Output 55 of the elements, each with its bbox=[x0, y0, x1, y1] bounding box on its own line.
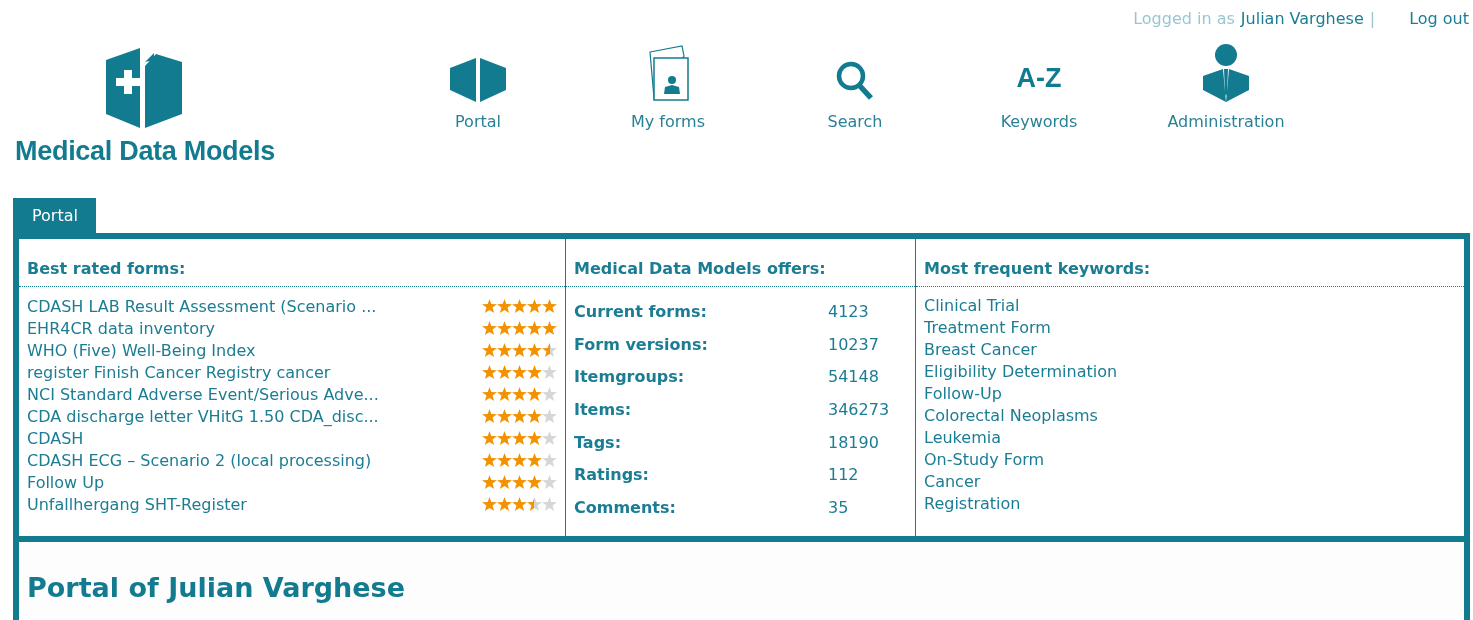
stat-value: 18190 bbox=[828, 432, 879, 452]
nav-item[interactable]: Administration bbox=[1131, 38, 1321, 131]
shield-icon bbox=[450, 58, 506, 102]
form-link[interactable]: Follow Up bbox=[27, 472, 105, 492]
logo-icon bbox=[106, 48, 182, 128]
form-link[interactable]: NCI Standard Adverse Event/Serious Adve... bbox=[27, 384, 379, 404]
stat-label: Current forms: bbox=[574, 301, 708, 321]
form-link[interactable]: CDASH bbox=[27, 428, 84, 448]
logout-link[interactable]: Log out bbox=[1409, 9, 1469, 28]
form-link[interactable]: register Finish Cancer Registry cancer bbox=[27, 362, 331, 382]
stat-value: 10237 bbox=[828, 334, 879, 354]
stat-label: Items: bbox=[574, 399, 633, 419]
keyword-link[interactable]: Colorectal Neoplasms bbox=[924, 405, 1456, 427]
keyword-link[interactable]: Eligibility Determination bbox=[924, 361, 1456, 383]
stat-label: Tags: bbox=[574, 432, 623, 452]
forms-icon bbox=[646, 44, 690, 102]
stat-value: 346273 bbox=[828, 399, 890, 419]
form-link[interactable]: EHR4CR data inventory bbox=[27, 318, 216, 338]
separator: | bbox=[1369, 9, 1376, 28]
keyword-link[interactable]: On-Study Form bbox=[924, 449, 1456, 471]
portal-tab[interactable]: Portal bbox=[13, 198, 96, 233]
a-z-icon: A-Z bbox=[1016, 65, 1062, 92]
form-link[interactable]: WHO (Five) Well-Being Index bbox=[27, 340, 256, 360]
form-link[interactable]: Unfallhergang SHT-Register bbox=[27, 494, 247, 514]
user-name-link[interactable]: Julian Varghese bbox=[1240, 9, 1364, 28]
keyword-link[interactable]: Follow-Up bbox=[924, 383, 1456, 405]
stat-label: Comments: bbox=[574, 497, 677, 517]
stat-value: 35 bbox=[828, 497, 849, 517]
logo-title: Medical Data Models bbox=[15, 136, 275, 167]
keyword-link[interactable]: Leukemia bbox=[924, 427, 1456, 449]
logged-in-label: Logged in as bbox=[1133, 9, 1235, 28]
search-icon bbox=[835, 60, 875, 102]
column-heading: Medical Data Models offers: bbox=[566, 239, 915, 287]
stat-label: Ratings: bbox=[574, 465, 650, 485]
keyword-link[interactable]: Cancer bbox=[924, 471, 1456, 493]
form-link[interactable]: CDA discharge letter VHitG 1.50 CDA_disc... bbox=[27, 406, 379, 426]
stat-label: Form versions: bbox=[574, 334, 709, 354]
column-heading: Best rated forms: bbox=[19, 239, 565, 287]
stat-value: 54148 bbox=[828, 367, 879, 387]
nav-item[interactable]: My forms bbox=[573, 38, 763, 131]
keyword-link[interactable]: Breast Cancer bbox=[924, 339, 1456, 361]
keyword-link[interactable]: Registration bbox=[924, 493, 1456, 515]
keyword-link[interactable]: Treatment Form bbox=[924, 317, 1456, 339]
nav-item[interactable]: Search bbox=[763, 38, 947, 131]
stat-value: 112 bbox=[828, 465, 859, 485]
portal-heading: Portal of Julian Varghese bbox=[27, 571, 406, 603]
nav-item[interactable]: Portal bbox=[383, 38, 573, 131]
form-link[interactable]: CDASH ECG – Scenario 2 (local processing) bbox=[27, 450, 372, 470]
stat-value: 4123 bbox=[828, 301, 869, 321]
nav-item[interactable]: A-Z Keywords bbox=[947, 38, 1131, 131]
column-heading: Most frequent keywords: bbox=[916, 239, 1464, 287]
stat-label: Itemgroups: bbox=[574, 367, 686, 387]
form-link[interactable]: CDASH LAB Result Assessment (Scenario ... bbox=[27, 296, 377, 316]
keyword-link[interactable]: Clinical Trial bbox=[924, 295, 1456, 317]
person-icon bbox=[1203, 44, 1249, 102]
